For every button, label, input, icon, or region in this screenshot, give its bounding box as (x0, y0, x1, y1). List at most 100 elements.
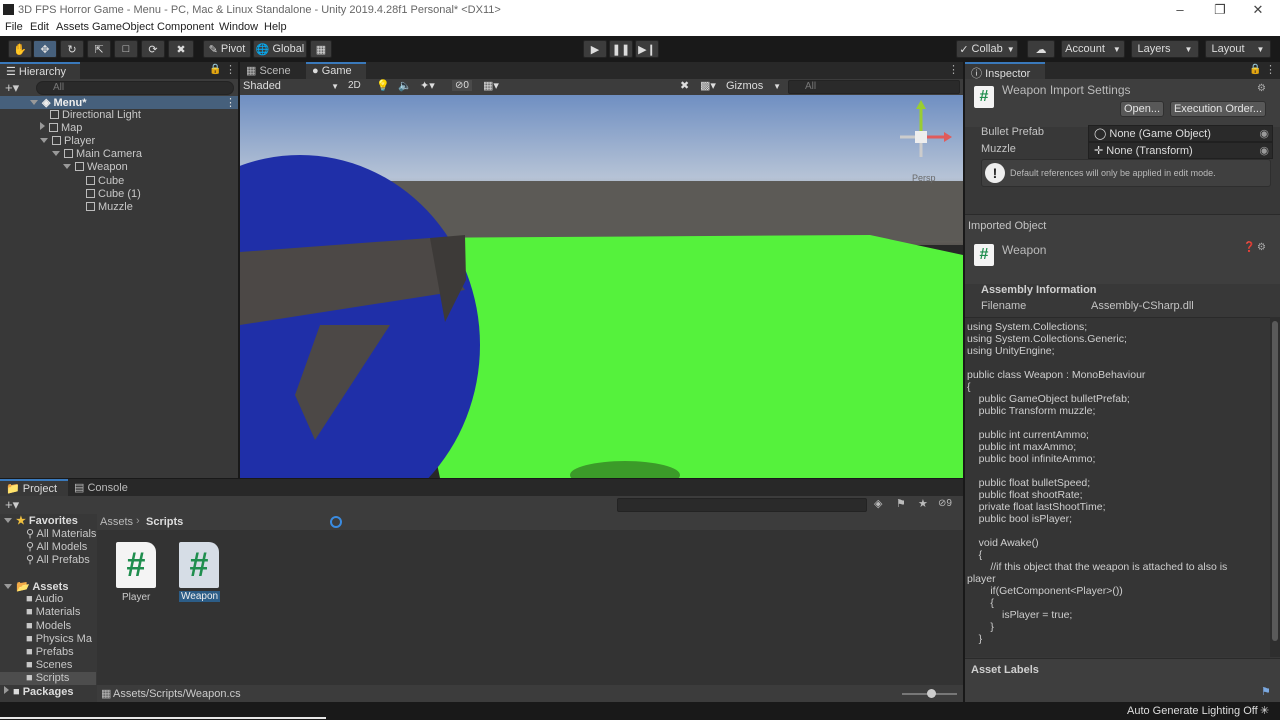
hierarchy-item-player[interactable]: Player (40, 135, 95, 147)
grid-snap-icon[interactable]: ▦ (310, 40, 332, 58)
effects-icon[interactable]: ✦▾ (420, 79, 435, 92)
scene-view[interactable]: Persp (240, 95, 963, 478)
breadcrumb-assets[interactable]: Assets (100, 516, 133, 528)
tab-inspector[interactable]: ⓘ Inspector (965, 62, 1045, 80)
pivot-toggle[interactable]: ✎ Pivot (203, 40, 251, 58)
close-icon[interactable]: ✕ (1248, 2, 1268, 18)
icon-size-slider[interactable] (902, 689, 957, 698)
hierarchy-item-main-camera[interactable]: Main Camera (52, 148, 142, 160)
help-icon[interactable]: ❓ (1243, 242, 1255, 253)
scrollbar-thumb[interactable] (1272, 321, 1278, 641)
favorite-icon[interactable]: ★ (918, 497, 928, 510)
project-search-input[interactable] (617, 498, 867, 512)
hand-tool-icon[interactable]: ✋ (8, 40, 32, 58)
lock-icon[interactable]: 🔒 (209, 64, 221, 75)
favorites-folder[interactable]: ★ Favorites (4, 514, 78, 527)
favorite-all-materials[interactable]: ⚲ All Materials (26, 527, 96, 540)
grid-icon[interactable]: ▦▾ (483, 79, 499, 92)
more-icon[interactable]: ⋮ (1265, 63, 1276, 76)
hidden-objects-toggle[interactable]: ⊘0 (452, 80, 472, 91)
minimize-icon[interactable]: – (1170, 2, 1190, 17)
hierarchy-item-cube[interactable]: Cube (86, 175, 124, 187)
favorite-all-prefabs[interactable]: ⚲ All Prefabs (26, 553, 90, 566)
file-player[interactable]: # Player (115, 542, 157, 604)
folder-scenes[interactable]: ■ Scenes (26, 659, 72, 671)
play-button[interactable]: ▶ (583, 40, 607, 58)
settings-icon[interactable]: ⚙ (1257, 242, 1266, 253)
scene-item[interactable]: ◈ Menu* (30, 96, 87, 109)
slider-thumb[interactable] (927, 689, 936, 698)
tools-icon[interactable]: ✖ (680, 79, 689, 92)
shading-dropdown[interactable]: Shaded ▼ (243, 80, 339, 92)
scene-search-input[interactable]: All (788, 80, 960, 94)
custom-tool-icon[interactable]: ✖ (168, 40, 194, 58)
hierarchy-item-cube-1[interactable]: Cube (1) (86, 188, 141, 200)
layers-dropdown[interactable]: Layers ▼ (1131, 40, 1199, 58)
scale-tool-icon[interactable]: ⇱ (87, 40, 111, 58)
object-picker-icon[interactable]: ◉ (1259, 144, 1269, 157)
folder-materials[interactable]: ■ Materials (26, 606, 80, 618)
hierarchy-item-weapon[interactable]: Weapon (63, 161, 128, 173)
transform-tool-icon[interactable]: ⟳ (141, 40, 165, 58)
folder-models[interactable]: ■ Models (26, 620, 71, 632)
folder-physics-materials[interactable]: ■ Physics Ma (26, 633, 92, 645)
lighting-icon[interactable]: 💡 (376, 79, 390, 92)
tab-game[interactable]: ● Game (306, 62, 366, 79)
menu-component[interactable]: Component (157, 21, 214, 33)
account-dropdown[interactable]: Account ▼ (1061, 40, 1125, 58)
audio-icon[interactable]: 🔈 (398, 79, 412, 92)
lock-icon[interactable]: 🔒 (1249, 64, 1261, 75)
add-icon[interactable]: +▾ (5, 497, 19, 513)
folder-prefabs[interactable]: ■ Prefabs (26, 646, 74, 658)
step-button[interactable]: ▶❙ (635, 40, 659, 58)
hidden-packages-toggle[interactable]: ⊘9 (938, 498, 952, 509)
folder-scripts[interactable]: ■ Scripts (26, 672, 69, 684)
bullet-prefab-field[interactable]: ◯ None (Game Object) ◉ (1088, 125, 1273, 142)
filter-label-icon[interactable]: ⚑ (896, 497, 906, 510)
menu-help[interactable]: Help (264, 21, 287, 33)
hierarchy-item-map[interactable]: Map (40, 122, 82, 134)
scene-more-icon[interactable]: ⋮ (225, 96, 236, 109)
folder-audio[interactable]: ■ Audio (26, 593, 63, 605)
2d-toggle[interactable]: 2D (348, 80, 361, 91)
breadcrumb-scripts[interactable]: Scripts (146, 516, 183, 528)
gizmos-dropdown[interactable]: Gizmos ▼ (726, 80, 781, 92)
tag-icon[interactable]: ⚑ (1261, 685, 1271, 698)
move-tool-icon[interactable]: ✥ (33, 40, 57, 58)
menu-window[interactable]: Window (219, 21, 258, 33)
settings-icon[interactable]: ⚙ (1257, 83, 1266, 94)
pause-button[interactable]: ❚❚ (609, 40, 633, 58)
muzzle-field[interactable]: ✛ None (Transform) ◉ (1088, 142, 1273, 159)
add-icon[interactable]: +▾ (5, 80, 19, 96)
file-weapon[interactable]: # Weapon (177, 542, 223, 604)
camera-icon[interactable]: ▩▾ (700, 79, 716, 92)
packages-folder[interactable]: ■ Packages (4, 686, 73, 698)
rotate-tool-icon[interactable]: ↻ (60, 40, 84, 58)
tab-hierarchy[interactable]: ☰ Hierarchy (0, 62, 80, 79)
menu-edit[interactable]: Edit (30, 21, 49, 33)
execution-order-button[interactable]: Execution Order... (1170, 101, 1266, 117)
filter-type-icon[interactable]: ◈ (874, 497, 882, 510)
hierarchy-item-muzzle[interactable]: Muzzle (86, 201, 133, 213)
hierarchy-search-input[interactable]: All (36, 81, 234, 95)
open-button[interactable]: Open... (1120, 101, 1164, 117)
more-icon[interactable]: ⋮ (225, 63, 236, 76)
restore-icon[interactable]: ❐ (1210, 2, 1230, 18)
rect-tool-icon[interactable]: □ (114, 40, 138, 58)
assets-folder[interactable]: 📂 Assets (4, 580, 68, 593)
favorite-all-models[interactable]: ⚲ All Models (26, 540, 87, 553)
more-icon[interactable]: ⋮ (948, 63, 959, 76)
object-picker-icon[interactable]: ◉ (1259, 127, 1269, 140)
menu-assets[interactable]: Assets (56, 21, 89, 33)
tab-scene[interactable]: ▦ Scene (240, 62, 306, 79)
layout-dropdown[interactable]: Layout ▼ (1205, 40, 1271, 58)
code-scrollbar[interactable] (1270, 317, 1280, 657)
cloud-icon[interactable]: ☁ (1027, 40, 1055, 58)
hierarchy-item-directional-light[interactable]: Directional Light (50, 109, 141, 121)
tab-console[interactable]: ▤ Console (68, 479, 134, 496)
menu-file[interactable]: File (5, 21, 23, 33)
collab-dropdown[interactable]: ✓ Collab ▼ (956, 40, 1018, 58)
global-toggle[interactable]: 🌐 Global (253, 40, 307, 58)
tab-project[interactable]: 📁 Project (0, 479, 68, 496)
menu-gameobject[interactable]: GameObject (92, 21, 154, 33)
